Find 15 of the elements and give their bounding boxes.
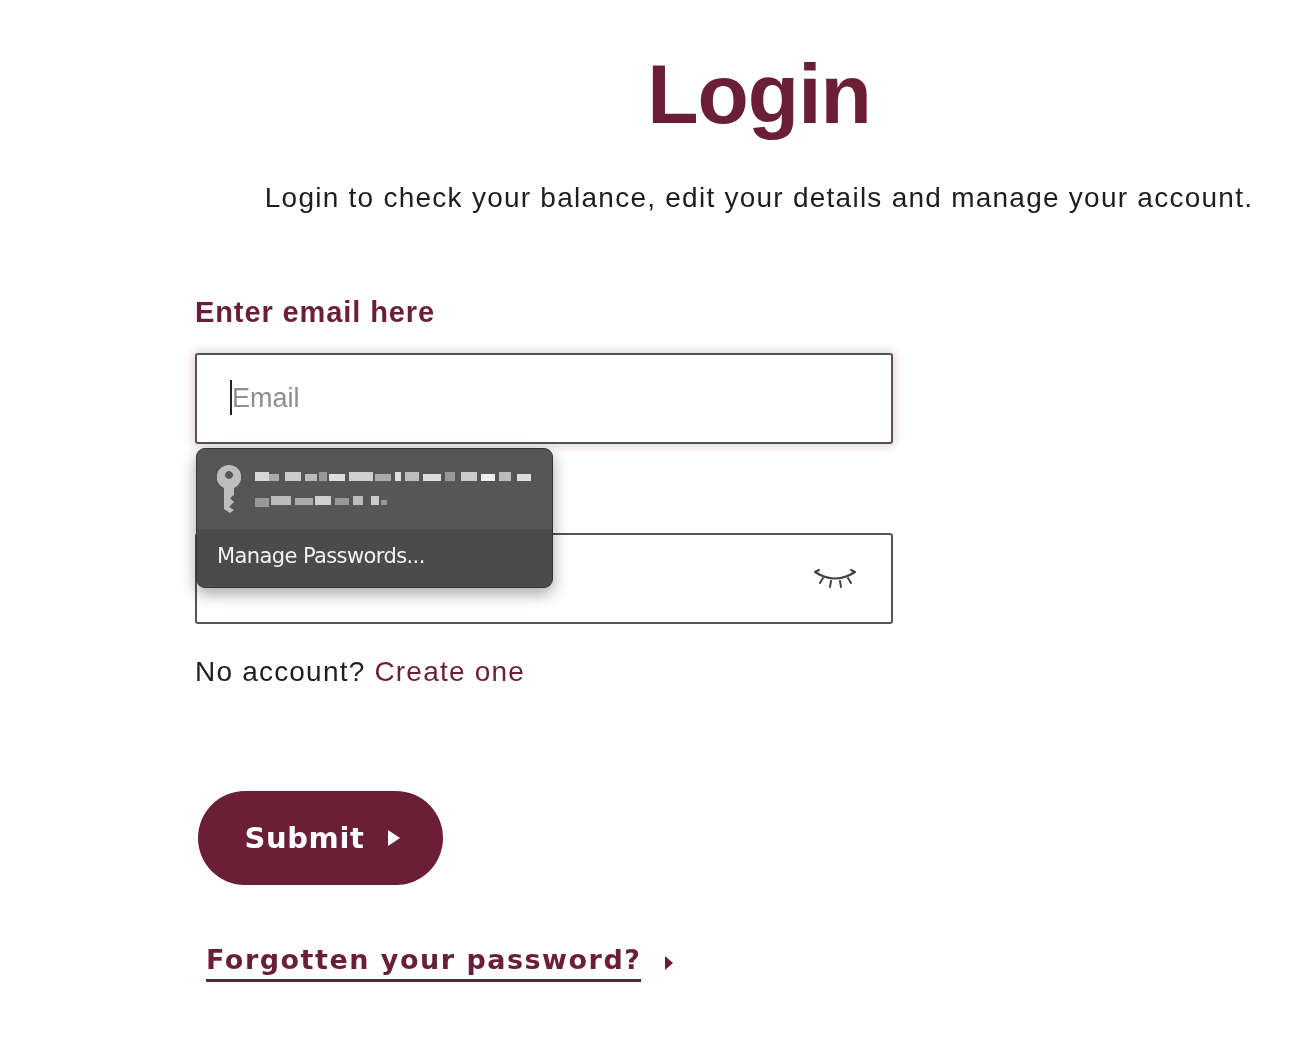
page-subtitle: Login to check your balance, edit your details and manage your account.	[264, 182, 1254, 214]
email-field[interactable]: Email	[195, 353, 893, 444]
submit-button[interactable]: Submit	[198, 791, 443, 885]
no-account-text: No account?	[195, 656, 366, 688]
play-arrow-icon	[665, 955, 674, 970]
text-cursor	[230, 380, 232, 415]
eye-closed-icon[interactable]	[813, 569, 857, 589]
page-title: Login	[647, 50, 871, 138]
play-arrow-icon	[388, 830, 401, 846]
manage-passwords-item[interactable]: Manage Passwords...	[197, 529, 552, 587]
create-account-link[interactable]: Create one	[374, 656, 525, 688]
saved-login-item[interactable]	[197, 449, 552, 529]
email-label: Enter email here	[195, 296, 436, 328]
key-icon	[217, 465, 241, 513]
forgot-password-link[interactable]: Forgotten your password?	[206, 943, 642, 982]
